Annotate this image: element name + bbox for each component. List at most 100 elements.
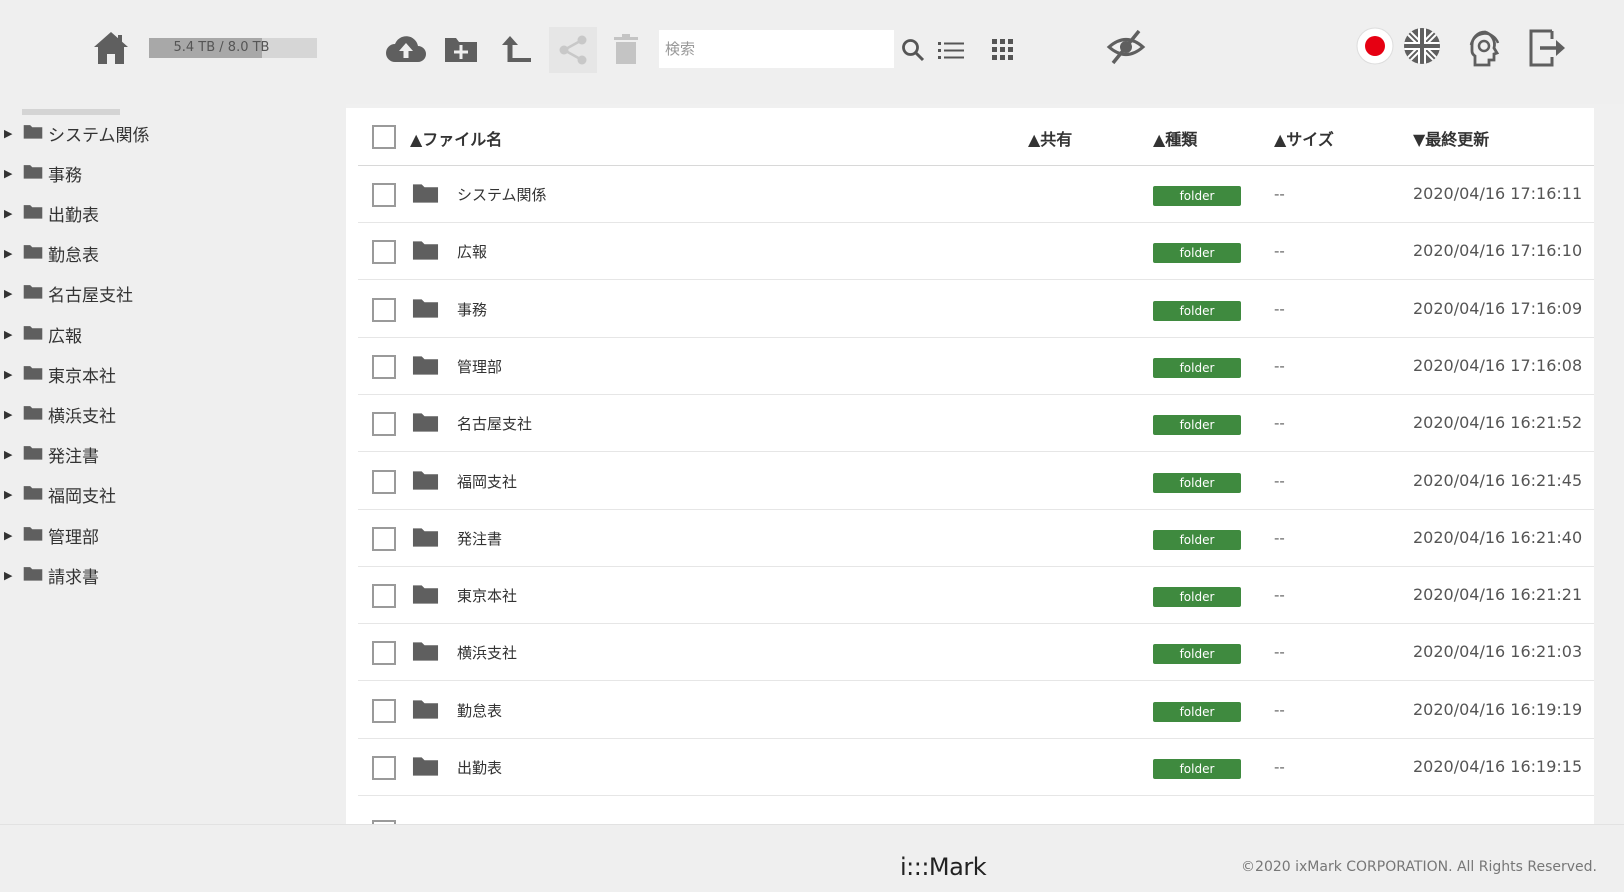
folder-icon [23, 484, 43, 505]
share-button[interactable] [549, 27, 597, 73]
file-name[interactable]: 出勤表 [457, 757, 502, 778]
search-input[interactable] [659, 30, 894, 68]
sidebar-folder-item[interactable]: ▶ 横浜支社 [0, 400, 340, 428]
sort-by-shared[interactable]: ▲共有 [1028, 126, 1072, 150]
file-name[interactable]: システム関係 [457, 184, 547, 205]
uk-flag-icon[interactable] [1402, 26, 1442, 66]
sidebar-folder-item[interactable]: ▶ 名古屋支社 [0, 280, 340, 308]
file-name[interactable]: 東京本社 [457, 585, 517, 606]
expand-arrow-icon[interactable]: ▶ [4, 328, 14, 341]
expand-arrow-icon[interactable]: ▶ [4, 167, 14, 180]
sidebar-folder-item[interactable]: ▶ 広報 [0, 320, 340, 348]
row-checkbox[interactable] [372, 526, 396, 551]
expand-arrow-icon[interactable]: ▶ [4, 448, 14, 461]
expand-arrow-icon[interactable]: ▶ [4, 488, 14, 501]
expand-arrow-icon[interactable]: ▶ [4, 247, 14, 260]
row-checkbox[interactable] [372, 756, 396, 780]
file-name[interactable]: 管理部 [457, 356, 502, 377]
row-checkbox[interactable] [372, 412, 396, 437]
file-size: -- [1274, 185, 1285, 203]
home-icon[interactable] [90, 28, 132, 68]
table-row[interactable]: 事務 folder -- 2020/04/16 17:16:09 [358, 281, 1594, 338]
folder-icon [412, 411, 439, 437]
modified-date: 2020/04/16 16:19:15 [1413, 757, 1583, 776]
sidebar-folder-label: 発注書 [48, 447, 99, 468]
sort-by-type[interactable]: ▲種類 [1153, 126, 1197, 150]
table-header: ▲ファイル名 ▲共有 ▲種類 ▲サイズ ▼最終更新 [358, 108, 1594, 166]
folder-icon [412, 297, 439, 323]
expand-arrow-icon[interactable]: ▶ [4, 287, 14, 300]
grid-view-icon[interactable] [990, 36, 1016, 64]
row-checkbox[interactable] [372, 584, 396, 609]
table-row[interactable]: 管理部 folder -- 2020/04/16 17:16:08 [358, 338, 1594, 395]
folder-icon [23, 525, 43, 546]
sort-by-name[interactable]: ▲ファイル名 [410, 126, 502, 150]
trash-icon[interactable] [608, 30, 644, 68]
sort-by-modified[interactable]: ▼最終更新 [1413, 126, 1489, 150]
sidebar-folder-item[interactable]: ▶ 発注書 [0, 441, 340, 469]
sidebar-folder-item[interactable]: ▶ 東京本社 [0, 360, 340, 388]
table-row[interactable]: 勤怠表 folder -- 2020/04/16 16:19:19 [358, 682, 1594, 739]
go-up-icon[interactable] [496, 30, 536, 68]
row-checkbox[interactable] [372, 641, 396, 666]
file-name[interactable]: 福岡支社 [457, 471, 517, 492]
table-row[interactable]: 横浜支社 folder -- 2020/04/16 16:21:03 [358, 624, 1594, 682]
sidebar-folder-label: 出勤表 [48, 205, 99, 226]
type-badge: folder [1153, 529, 1241, 550]
table-row[interactable]: 広報 folder -- 2020/04/16 17:16:10 [358, 223, 1594, 281]
file-name[interactable]: 事務 [457, 299, 487, 320]
row-checkbox[interactable] [372, 354, 396, 379]
sort-by-size[interactable]: ▲サイズ [1274, 126, 1334, 150]
file-name[interactable]: 横浜支社 [457, 642, 517, 663]
row-checkbox[interactable] [372, 698, 396, 723]
type-badge: folder [1153, 759, 1241, 779]
sidebar-folder-item[interactable]: ▶ 出勤表 [0, 199, 340, 227]
file-name[interactable]: 勤怠表 [457, 700, 502, 721]
sidebar-folder-item[interactable]: ▶ 請求書 [0, 561, 340, 589]
table-row[interactable]: 名古屋支社 folder -- 2020/04/16 16:21:52 [358, 395, 1594, 453]
row-checkbox[interactable] [372, 183, 396, 207]
folder-icon [412, 526, 439, 552]
new-folder-icon[interactable] [441, 30, 481, 68]
file-size: -- [1274, 528, 1285, 547]
expand-arrow-icon[interactable]: ▶ [4, 529, 14, 542]
sidebar-folder-item[interactable]: ▶ システム関係 [0, 119, 340, 147]
type-badge: folder [1153, 644, 1241, 665]
sidebar-folder-item[interactable]: ▶ 勤怠表 [0, 240, 340, 268]
type-badge: folder [1153, 415, 1241, 436]
sidebar-folder-item[interactable]: ▶ 福岡支社 [0, 481, 340, 509]
table-row[interactable]: 福岡支社 folder -- 2020/04/16 16:21:45 [358, 453, 1594, 510]
table-row[interactable]: システム関係 folder -- 2020/04/16 17:16:11 [358, 166, 1594, 223]
upload-cloud-icon[interactable] [384, 30, 428, 68]
list-view-icon[interactable] [936, 36, 966, 64]
type-badge: folder [1153, 357, 1241, 378]
file-name[interactable]: 発注書 [457, 528, 502, 549]
row-checkbox[interactable] [372, 240, 396, 265]
expand-arrow-icon[interactable]: ▶ [4, 408, 14, 421]
file-name[interactable]: 広報 [457, 241, 487, 262]
file-name[interactable]: 名古屋支社 [457, 413, 532, 434]
row-checkbox[interactable] [372, 469, 396, 494]
row-checkbox[interactable] [372, 297, 396, 322]
expand-arrow-icon[interactable]: ▶ [4, 368, 14, 381]
sidebar-folder-item[interactable]: ▶ 事務 [0, 159, 340, 187]
modified-date: 2020/04/16 16:21:40 [1413, 527, 1583, 547]
support-icon[interactable] [1465, 28, 1505, 68]
folder-tree: ▶ システム関係 ▶ 事務 ▶ 出勤表 ▶ 勤怠表 ▶ 名古屋支社 ▶ 広報 ▶ 東京本社 ▶ 横浜支社 ▶ 発注… [0, 104, 346, 824]
expand-arrow-icon[interactable]: ▶ [4, 569, 14, 582]
table-row[interactable]: 出勤表 folder -- 2020/04/16 16:19:15 [358, 739, 1594, 796]
table-row-partial [358, 809, 1594, 824]
search-icon[interactable] [899, 36, 927, 64]
sidebar-scroll-indicator [22, 109, 120, 115]
expand-arrow-icon[interactable]: ▶ [4, 127, 14, 140]
folder-icon [412, 755, 439, 781]
hide-icon[interactable] [1104, 26, 1148, 68]
sidebar-folder-label: システム関係 [48, 125, 150, 146]
select-all-checkbox[interactable] [372, 125, 396, 149]
logout-icon[interactable] [1527, 28, 1569, 68]
sidebar-folder-item[interactable]: ▶ 管理部 [0, 521, 340, 549]
expand-arrow-icon[interactable]: ▶ [4, 207, 14, 220]
table-row[interactable]: 東京本社 folder -- 2020/04/16 16:21:21 [358, 567, 1594, 625]
japanese-flag-icon[interactable] [1355, 26, 1395, 66]
table-row[interactable]: 発注書 folder -- 2020/04/16 16:21:40 [358, 510, 1594, 567]
